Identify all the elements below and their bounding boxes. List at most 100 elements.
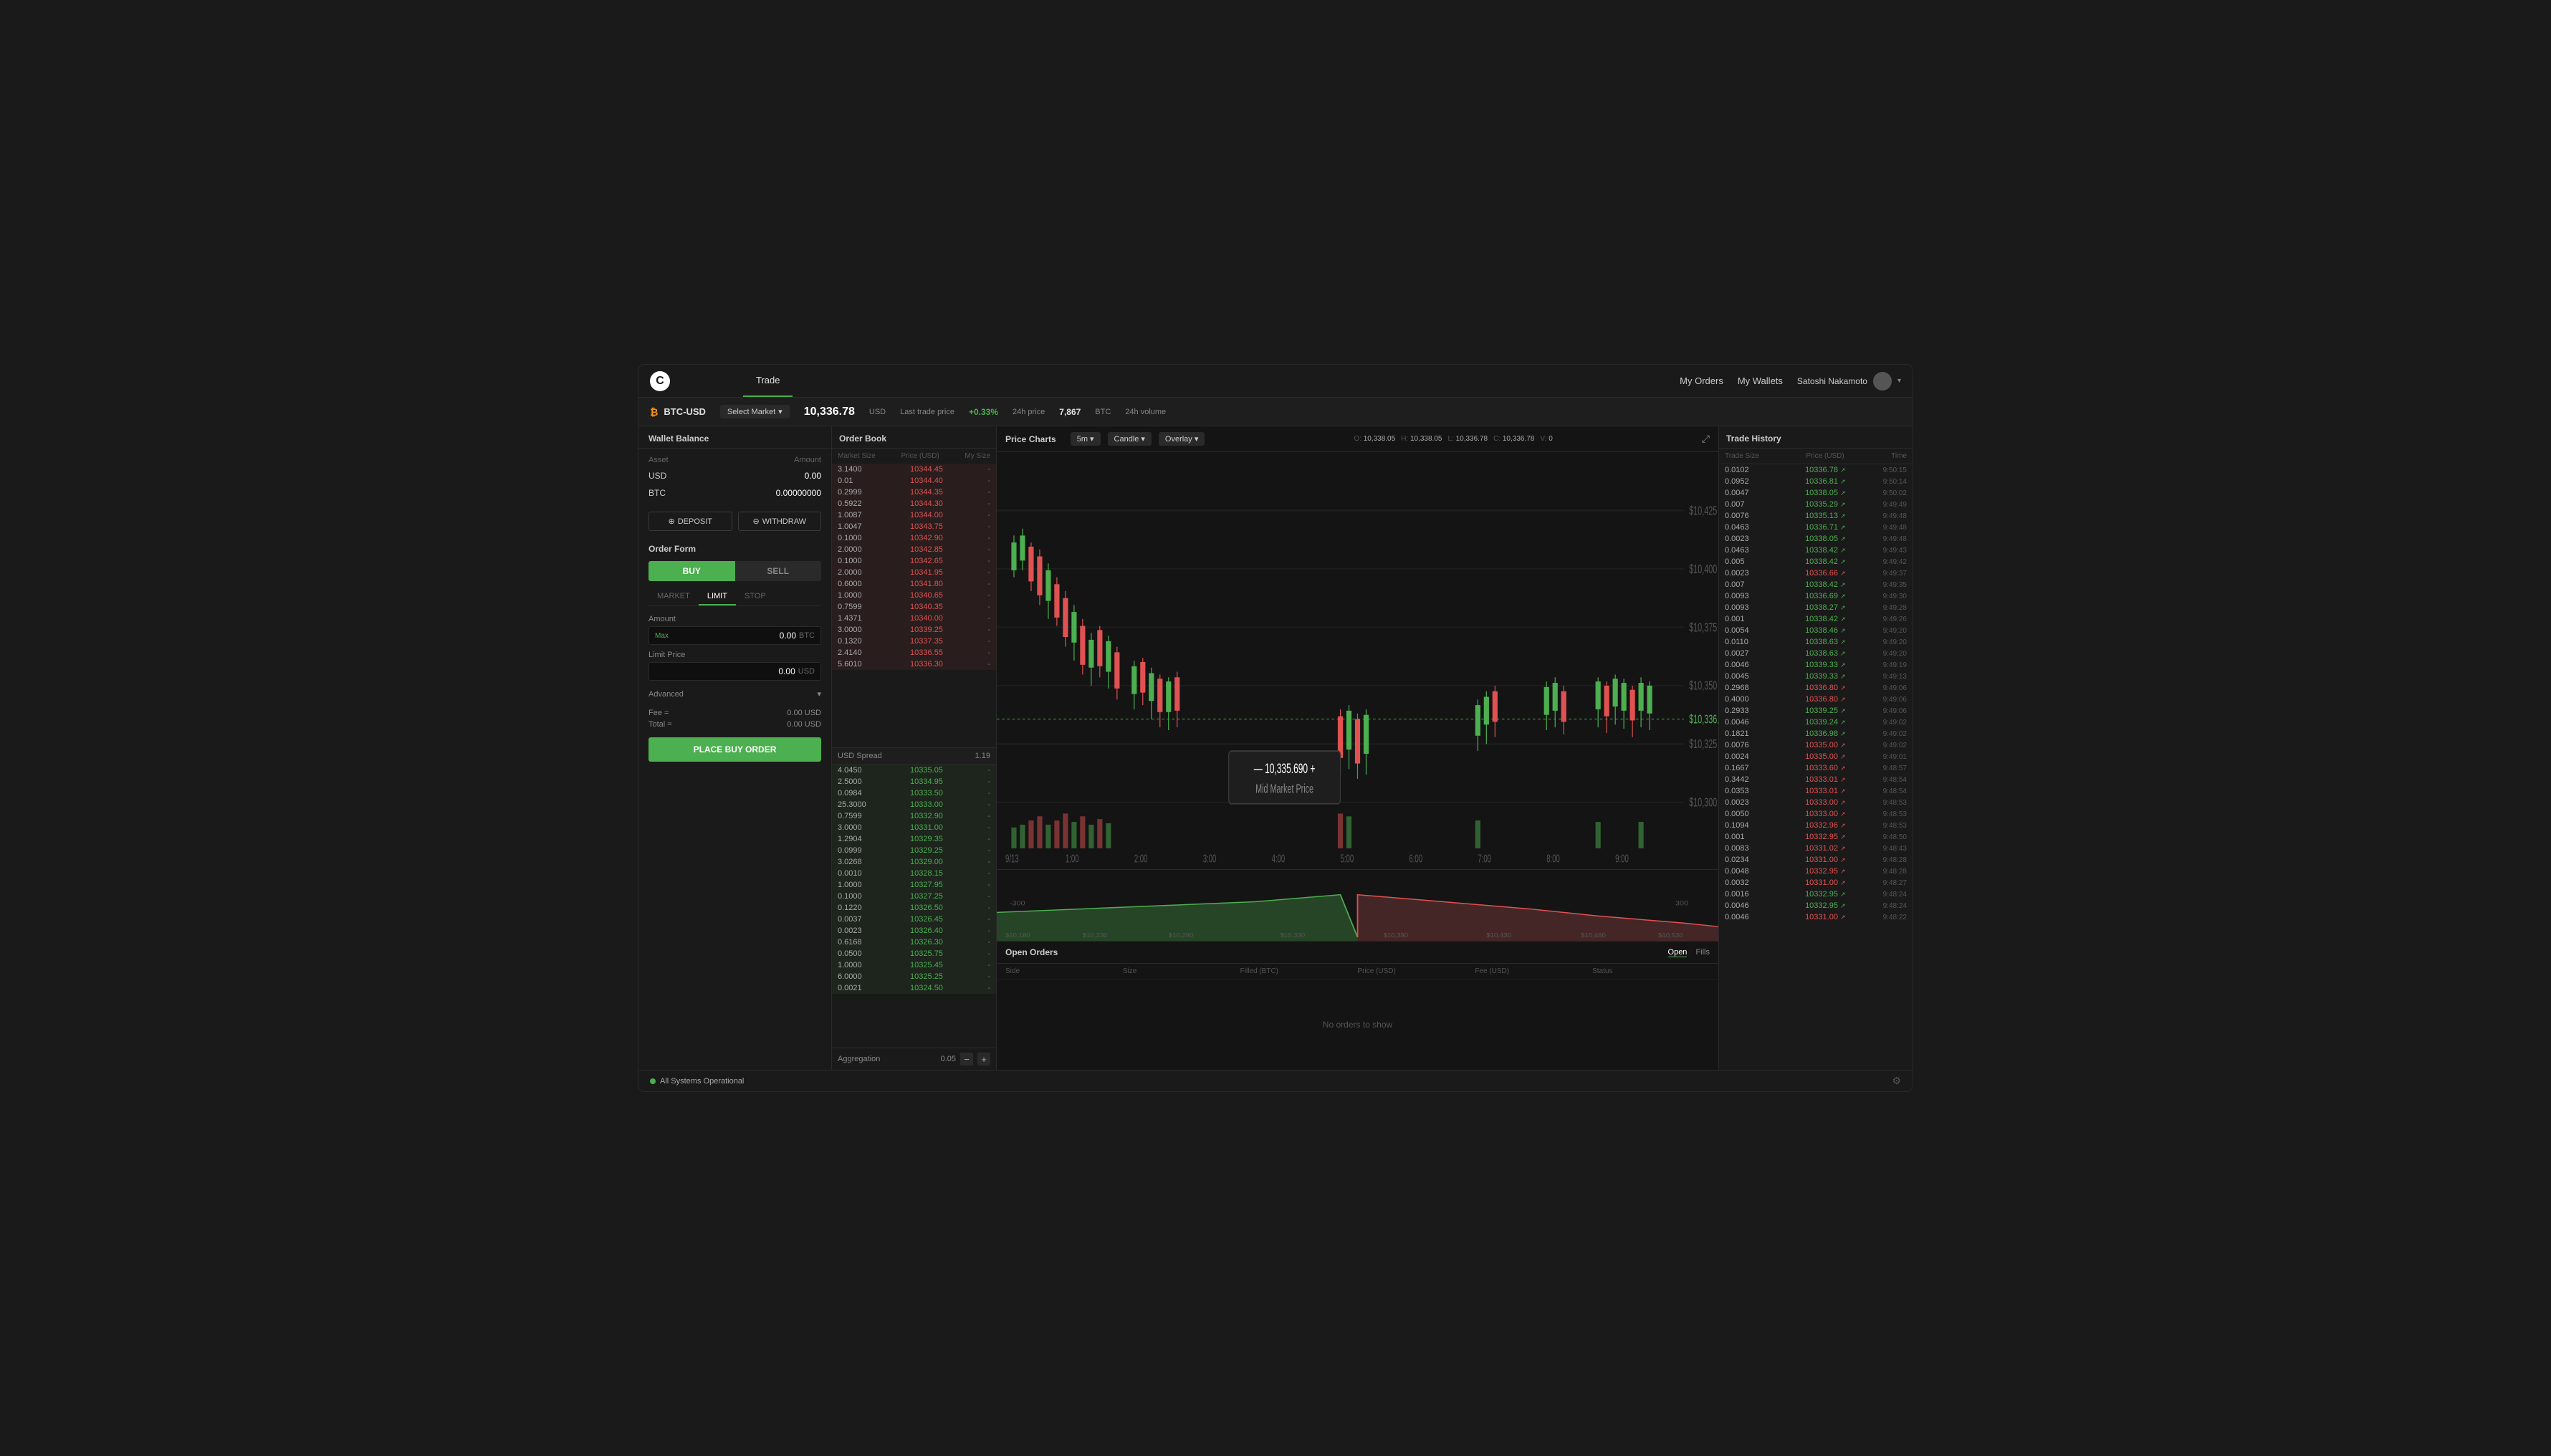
- wallet-header: Asset Amount: [648, 453, 821, 467]
- trade-history-row: 0.003210331.00 ↗9:48:27: [1719, 877, 1913, 889]
- order-book-bid-row[interactable]: 0.122010326.50-: [832, 902, 996, 914]
- status-text: All Systems Operational: [660, 1077, 744, 1086]
- logo[interactable]: C: [650, 371, 670, 391]
- order-book-ask-row[interactable]: 0.592210344.30-: [832, 498, 996, 509]
- stop-tab[interactable]: STOP: [736, 588, 775, 605]
- order-book-ask-row[interactable]: 3.000010339.25-: [832, 624, 996, 636]
- fills-tab[interactable]: Fills: [1695, 948, 1710, 957]
- trade-history-row: 0.004610339.24 ↗9:49:02: [1719, 717, 1913, 728]
- order-book-bid-row[interactable]: 6.000010325.25-: [832, 971, 996, 982]
- last-price: 10,336.78: [804, 406, 855, 418]
- limit-tab[interactable]: LIMIT: [699, 588, 736, 605]
- ob-bids-container[interactable]: 4.045010335.05-2.500010334.95-0.09841033…: [832, 765, 996, 1048]
- order-book-ask-row[interactable]: 0.299910344.35-: [832, 487, 996, 498]
- trade-history-row: 0.344210333.01 ↗9:48:54: [1719, 774, 1913, 785]
- ob-asks-container[interactable]: 3.140010344.45-0.0110344.40-0.299910344.…: [832, 464, 996, 747]
- order-book-ask-row[interactable]: 0.759910340.35-: [832, 601, 996, 613]
- volume-currency: BTC: [1095, 408, 1111, 416]
- svg-text:5:00: 5:00: [1341, 852, 1354, 865]
- order-book-ask-row[interactable]: 0.600010341.80-: [832, 578, 996, 590]
- advanced-row[interactable]: Advanced ▾: [648, 686, 821, 701]
- order-book-bid-row[interactable]: 0.050010325.75-: [832, 948, 996, 959]
- trade-history-row: 0.00510338.42 ↗9:49:42: [1719, 556, 1913, 567]
- svg-text:8:00: 8:00: [1546, 852, 1560, 865]
- limit-price-input[interactable]: [655, 666, 795, 676]
- order-book-bid-row[interactable]: 1.000010325.45-: [832, 959, 996, 971]
- chart-type-select[interactable]: Candle ▾: [1108, 432, 1152, 446]
- market-tab[interactable]: MARKET: [648, 588, 699, 605]
- trade-history-row: 0.007610335.00 ↗9:49:02: [1719, 739, 1913, 751]
- my-orders-link[interactable]: My Orders: [1680, 375, 1723, 386]
- order-book-ask-row[interactable]: 1.437110340.00-: [832, 613, 996, 624]
- trade-history-panel: Trade History Trade Size Price (USD) Tim…: [1719, 426, 1913, 1070]
- max-link[interactable]: Max: [655, 632, 669, 640]
- order-book-ask-row[interactable]: 1.004710343.75-: [832, 521, 996, 532]
- select-market-button[interactable]: Select Market ▾: [720, 405, 790, 418]
- order-book-ask-row[interactable]: 3.140010344.45-: [832, 464, 996, 475]
- h-label: H: 10,338.05: [1401, 435, 1442, 443]
- settings-icon[interactable]: ⚙: [1892, 1075, 1901, 1087]
- deposit-button[interactable]: ⊕ DEPOSIT: [648, 512, 732, 531]
- order-book-ask-row[interactable]: 2.000010342.85-: [832, 544, 996, 555]
- order-book-ask-row[interactable]: 1.000010340.65-: [832, 590, 996, 601]
- trade-history-row: 0.166710333.60 ↗9:48:57: [1719, 762, 1913, 774]
- order-book-ask-row[interactable]: 0.0110344.40-: [832, 475, 996, 487]
- th-rows[interactable]: 0.010210336.78 ↗9:50:150.095210336.81 ↗9…: [1719, 464, 1913, 1070]
- order-book-bid-row[interactable]: 0.002310326.40-: [832, 925, 996, 937]
- trade-history-row: 0.035310333.01 ↗9:48:54: [1719, 785, 1913, 797]
- withdraw-button[interactable]: ⊖ WITHDRAW: [738, 512, 822, 531]
- my-wallets-link[interactable]: My Wallets: [1738, 375, 1783, 386]
- order-book-bid-row[interactable]: 0.759910332.90-: [832, 810, 996, 822]
- app-window: C Trade My Orders My Wallets Satoshi Nak…: [638, 364, 1913, 1092]
- aggregation-increase[interactable]: +: [977, 1053, 990, 1065]
- order-book-bid-row[interactable]: 0.616810326.30-: [832, 937, 996, 948]
- aggregation-decrease[interactable]: −: [960, 1053, 973, 1065]
- trade-history-row: 0.023410331.00 ↗9:48:28: [1719, 854, 1913, 866]
- amount-input[interactable]: [673, 631, 796, 641]
- timeframe-select[interactable]: 5m ▾: [1071, 432, 1101, 446]
- sell-tab[interactable]: SELL: [735, 561, 822, 581]
- candlestick-svg: $10,425 $10,400 $10,375 $10,350 $10,336.…: [997, 452, 1718, 869]
- logo-area: C: [650, 371, 743, 391]
- trade-history-row: 0.002410335.00 ↗9:49:01: [1719, 751, 1913, 762]
- order-book-bid-row[interactable]: 0.002110324.50-: [832, 982, 996, 994]
- buy-tab[interactable]: BUY: [648, 561, 735, 581]
- order-book-bid-row[interactable]: 0.098410333.50-: [832, 787, 996, 799]
- order-book-bid-row[interactable]: 3.000010331.00-: [832, 822, 996, 833]
- order-book-ask-row[interactable]: 2.000010341.95-: [832, 567, 996, 578]
- order-book-bid-row[interactable]: 1.000010327.95-: [832, 879, 996, 891]
- order-book-bid-row[interactable]: 0.100010327.25-: [832, 891, 996, 902]
- chart-expand-icon[interactable]: ⤢: [1702, 433, 1710, 445]
- depth-chart-svg: -300 300 $10,180 $10,230 $10,280 $10,330…: [997, 870, 1718, 941]
- candlestick-chart-area[interactable]: $10,425 $10,400 $10,375 $10,350 $10,336.…: [997, 452, 1718, 869]
- order-book-ask-row[interactable]: 1.008710344.00-: [832, 509, 996, 521]
- user-area[interactable]: Satoshi Nakamoto ▾: [1797, 372, 1901, 391]
- order-book-ask-row[interactable]: 0.100010342.90-: [832, 532, 996, 544]
- order-book-bid-row[interactable]: 1.290410329.35-: [832, 833, 996, 845]
- order-book-bid-row[interactable]: 0.001010328.15-: [832, 868, 996, 879]
- order-book-bid-row[interactable]: 25.300010333.00-: [832, 799, 996, 810]
- wallet-row-usd: USD 0.00: [648, 467, 821, 484]
- place-order-button[interactable]: PLACE BUY ORDER: [648, 737, 821, 762]
- amount-input-row: Max BTC: [648, 626, 821, 645]
- plus-icon: ⊕: [668, 517, 674, 526]
- order-book-bid-row[interactable]: 0.099910329.25-: [832, 845, 996, 856]
- btc-label: BTC: [648, 488, 666, 498]
- th-time-header: Time: [1891, 452, 1907, 460]
- overlay-select[interactable]: Overlay ▾: [1159, 432, 1205, 446]
- trade-history-row: 0.00710335.29 ↗9:49:49: [1719, 499, 1913, 510]
- oo-filled-header: Filled (BTC): [1240, 967, 1358, 975]
- order-book-bid-row[interactable]: 0.003710326.45-: [832, 914, 996, 925]
- order-book-ask-row[interactable]: 5.601010336.30-: [832, 658, 996, 670]
- order-book-ask-row[interactable]: 0.132010337.35-: [832, 636, 996, 647]
- open-tab[interactable]: Open: [1668, 948, 1688, 957]
- main-content: Wallet Balance Asset Amount USD 0.00 BTC…: [638, 426, 1913, 1070]
- order-book-ask-row[interactable]: 2.414010336.55-: [832, 647, 996, 658]
- aggregation-label: Aggregation: [838, 1055, 880, 1063]
- order-book-ask-row[interactable]: 0.100010342.65-: [832, 555, 996, 567]
- order-book-bid-row[interactable]: 2.500010334.95-: [832, 776, 996, 787]
- order-book-bid-row[interactable]: 4.045010335.05-: [832, 765, 996, 776]
- tab-trade[interactable]: Trade: [743, 365, 793, 397]
- order-book-bid-row[interactable]: 3.026810329.00-: [832, 856, 996, 868]
- trade-history-row: 0.00110332.95 ↗9:48:50: [1719, 831, 1913, 843]
